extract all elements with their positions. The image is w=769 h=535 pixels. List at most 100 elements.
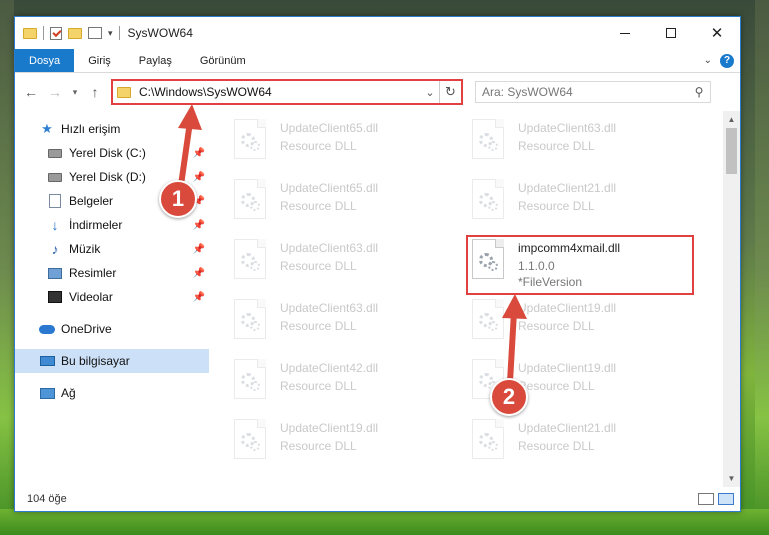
sidebar-item-label: Yerel Disk (C:)	[69, 146, 146, 160]
tab-share[interactable]: Paylaş	[125, 49, 186, 72]
folder-icon[interactable]	[23, 27, 37, 39]
expand-ribbon-chevron-icon[interactable]: ⌄	[704, 55, 712, 66]
large-icons-view-icon[interactable]	[718, 493, 734, 505]
drive-icon	[47, 145, 63, 161]
file-name: UpdateClient63.dll	[280, 241, 379, 255]
computer-icon	[39, 353, 55, 369]
minimize-button[interactable]	[602, 17, 648, 49]
file-description: Resource DLL	[518, 439, 595, 453]
file-name: UpdateClient63.dll	[280, 301, 379, 315]
file-item[interactable]: UpdateClient65.dll Resource DLL	[234, 119, 464, 169]
maximize-button[interactable]	[648, 17, 694, 49]
details-view-icon[interactable]	[698, 493, 714, 505]
view-options-icon[interactable]	[88, 27, 102, 39]
file-name: UpdateClient63.dll	[518, 121, 617, 135]
properties-check-icon[interactable]	[50, 26, 62, 40]
scrollbar-thumb[interactable]	[726, 128, 737, 174]
address-path[interactable]: C:\Windows\SysWOW64	[139, 85, 421, 99]
cloud-icon	[39, 321, 55, 337]
pin-icon[interactable]: 📌	[193, 220, 205, 231]
sidebar-item-local-disk-c[interactable]: Yerel Disk (C:) 📌	[15, 141, 209, 165]
toolbar-divider	[118, 26, 120, 40]
dll-file-icon	[234, 419, 266, 459]
close-button[interactable]: ✕	[694, 17, 740, 49]
dll-file-icon	[234, 359, 266, 399]
search-icon[interactable]: ⚲	[688, 85, 710, 99]
up-arrow-icon: ↑	[91, 84, 99, 100]
file-item[interactable]: UpdateClient19.dll Resource DLL	[234, 419, 464, 469]
document-icon	[47, 193, 63, 209]
sidebar-item-videos[interactable]: Videolar 📌	[15, 285, 209, 309]
new-folder-icon[interactable]	[68, 27, 82, 39]
dll-file-icon	[234, 299, 266, 339]
dll-file-icon	[234, 179, 266, 219]
file-description: Resource DLL	[518, 319, 595, 333]
dll-file-icon	[234, 119, 266, 159]
sidebar-item-network[interactable]: Ağ	[15, 381, 209, 405]
file-item[interactable]: UpdateClient21.dll Resource DLL	[472, 179, 702, 229]
file-item[interactable]: UpdateClient19.dll Resource DLL	[472, 299, 702, 349]
file-item[interactable]: UpdateClient42.dll Resource DLL	[234, 359, 464, 409]
recent-locations-button[interactable]: ▾	[69, 82, 81, 102]
file-description: Resource DLL	[280, 199, 357, 213]
sidebar-item-onedrive[interactable]: OneDrive	[15, 317, 209, 341]
search-placeholder: Ara: SysWOW64	[482, 85, 573, 99]
up-button[interactable]: ↑	[85, 82, 105, 102]
file-item[interactable]: UpdateClient63.dll Resource DLL	[234, 299, 464, 349]
file-name: UpdateClient19.dll	[518, 361, 617, 375]
sidebar-item-quick-access[interactable]: ★ Hızlı erişim	[15, 117, 209, 141]
vertical-scrollbar[interactable]: ▲ ▼	[723, 111, 740, 487]
file-description: Resource DLL	[518, 139, 595, 153]
sidebar-item-label: Hızlı erişim	[61, 122, 121, 136]
navigation-bar: ← → ▾ ↑ C:\Windows\SysWOW64 ⌄ ↻ Ara: Sys…	[15, 73, 740, 111]
sidebar-item-pictures[interactable]: Resimler 📌	[15, 261, 209, 285]
tab-file[interactable]: Dosya	[15, 49, 75, 72]
close-icon: ✕	[710, 24, 724, 42]
view-switcher	[698, 493, 740, 505]
file-description: Resource DLL	[280, 439, 357, 453]
explorer-window: ▾ SysWOW64 ✕ Dosya Giriş Paylaş Görünüm …	[14, 16, 741, 512]
file-name: UpdateClient21.dll	[518, 181, 617, 195]
minimize-icon	[620, 32, 630, 34]
sidebar-item-label: Ağ	[61, 386, 76, 400]
scroll-up-arrow-icon[interactable]: ▲	[723, 111, 740, 128]
back-button[interactable]: ←	[21, 82, 41, 102]
pin-icon[interactable]: 📌	[193, 172, 205, 183]
back-arrow-icon: ←	[24, 84, 38, 100]
file-highlight-box	[466, 235, 694, 295]
sidebar-item-music[interactable]: ♪ Müzik 📌	[15, 237, 209, 261]
search-input[interactable]: Ara: SysWOW64 ⚲	[475, 81, 711, 103]
refresh-button[interactable]: ↻	[439, 81, 461, 103]
forward-button[interactable]: →	[45, 82, 65, 102]
sidebar-item-label: OneDrive	[61, 322, 112, 336]
music-icon: ♪	[51, 241, 59, 257]
file-name: UpdateClient65.dll	[280, 121, 379, 135]
pin-icon[interactable]: 📌	[193, 148, 205, 159]
item-count: 104 öğe	[27, 493, 67, 505]
pin-icon[interactable]: 📌	[193, 268, 205, 279]
file-item[interactable]: UpdateClient21.dll Resource DLL	[472, 419, 702, 469]
file-item[interactable]: UpdateClient63.dll Resource DLL	[472, 119, 702, 169]
sidebar-item-label: Bu bilgisayar	[61, 354, 130, 368]
navigation-pane: ★ Hızlı erişim Yerel Disk (C:) 📌 Yerel D…	[15, 111, 209, 487]
file-name: UpdateClient19.dll	[518, 301, 617, 315]
file-item[interactable]: UpdateClient63.dll Resource DLL	[234, 239, 464, 289]
file-name: UpdateClient65.dll	[280, 181, 379, 195]
address-dropdown-chevron-icon[interactable]: ⌄	[421, 86, 439, 99]
pin-icon[interactable]: 📌	[193, 244, 205, 255]
help-icon[interactable]: ?	[720, 53, 734, 68]
tab-home[interactable]: Giriş	[74, 49, 125, 72]
pin-icon[interactable]: 📌	[193, 292, 205, 303]
address-bar[interactable]: C:\Windows\SysWOW64 ⌄ ↻	[111, 79, 463, 105]
chevron-down-icon: ▾	[72, 86, 78, 97]
file-item[interactable]: UpdateClient65.dll Resource DLL	[234, 179, 464, 229]
sidebar-item-label: Yerel Disk (D:)	[69, 170, 146, 184]
sidebar-item-label: Müzik	[69, 242, 101, 256]
scroll-down-arrow-icon[interactable]: ▼	[723, 470, 740, 487]
content-area: ★ Hızlı erişim Yerel Disk (C:) 📌 Yerel D…	[15, 111, 740, 487]
customize-toolbar-chevron-icon[interactable]: ▾	[108, 28, 113, 39]
tab-view[interactable]: Görünüm	[186, 49, 260, 72]
sidebar-item-this-pc[interactable]: Bu bilgisayar	[15, 349, 209, 373]
file-name: UpdateClient19.dll	[280, 421, 379, 435]
